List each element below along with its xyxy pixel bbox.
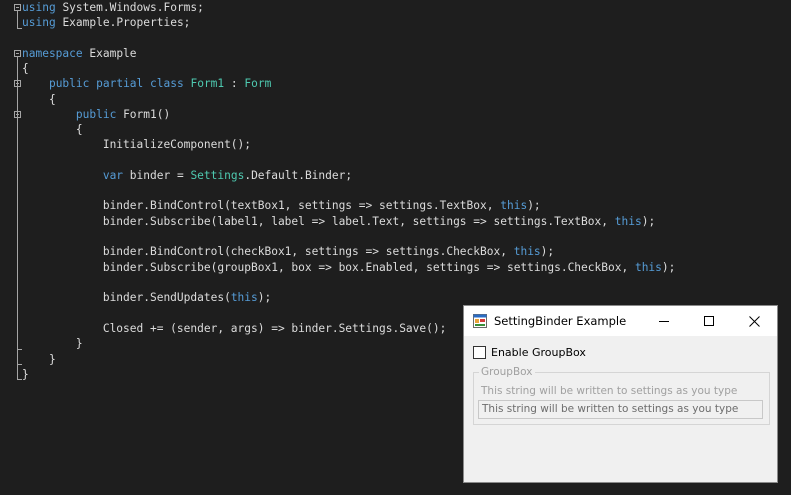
code-text: } xyxy=(22,368,29,381)
keyword: this xyxy=(230,291,258,304)
window-title: SettingBinder Example xyxy=(494,314,627,328)
keyword: namespace xyxy=(22,47,83,60)
code-line[interactable]: { xyxy=(22,61,29,76)
code-text: Example.Properties; xyxy=(62,16,191,29)
collapse-minus-icon[interactable] xyxy=(14,80,21,87)
code-text: binder.BindControl(textBox1, settings =>… xyxy=(102,199,494,212)
code-text: Example xyxy=(89,47,137,60)
settings-label: This string will be written to settings … xyxy=(481,385,738,397)
code-text: binder.SendUpdates( xyxy=(102,291,231,304)
settings-textbox[interactable]: This string will be written to settings … xyxy=(478,400,763,419)
code-text: binder.Subscribe(label1, label => label.… xyxy=(102,215,608,228)
code-line[interactable]: binder.BindControl(textBox1, settings =>… xyxy=(22,198,541,213)
code-line[interactable]: { xyxy=(22,92,56,107)
winforms-app-icon xyxy=(473,314,487,328)
code-text: ); xyxy=(527,199,541,212)
code-line[interactable]: } xyxy=(22,367,29,382)
outline-guide xyxy=(17,11,18,28)
enable-groupbox-checkbox[interactable] xyxy=(473,346,486,359)
code-line[interactable]: namespace Example xyxy=(22,46,137,61)
keyword: this xyxy=(513,245,541,258)
keyword: using xyxy=(22,1,56,14)
code-text: { xyxy=(22,62,29,75)
code-text: : xyxy=(230,77,238,90)
code-line[interactable]: public partial class Form1 : Form xyxy=(22,76,271,91)
collapse-minus-icon[interactable] xyxy=(14,4,21,11)
groupbox-title: GroupBox xyxy=(479,366,535,378)
settingbinder-window[interactable]: SettingBinder Example Enable GroupBox Gr… xyxy=(463,305,778,483)
outline-guide xyxy=(17,118,18,349)
code-text: InitializeComponent(); xyxy=(102,138,252,151)
collapse-minus-icon[interactable] xyxy=(14,50,21,57)
collapse-minus-icon[interactable] xyxy=(14,111,21,118)
code-text: binder.BindControl(checkBox1, settings =… xyxy=(102,245,507,258)
title-bar[interactable]: SettingBinder Example xyxy=(464,306,777,336)
code-text: } xyxy=(48,353,56,366)
keyword: public xyxy=(48,77,90,90)
code-line[interactable]: binder.Subscribe(groupBox1, box => box.E… xyxy=(22,260,676,275)
code-line[interactable]: public Form1() xyxy=(22,107,170,122)
minimize-icon[interactable] xyxy=(642,306,687,336)
code-text: System.Windows.Forms; xyxy=(62,1,204,14)
code-line[interactable]: } xyxy=(22,352,56,367)
enable-groupbox-label[interactable]: Enable GroupBox xyxy=(491,346,586,359)
keyword: partial xyxy=(96,77,144,90)
code-line[interactable]: var binder = Settings.Default.Binder; xyxy=(22,168,352,183)
code-text: Form1() xyxy=(123,108,171,121)
code-text: ); xyxy=(540,245,555,258)
code-line[interactable]: binder.BindControl(checkBox1, settings =… xyxy=(22,244,554,259)
code-text: } xyxy=(75,337,83,350)
code-line[interactable]: using Example.Properties; xyxy=(22,15,190,30)
code-line[interactable]: InitializeComponent(); xyxy=(22,137,251,152)
close-icon[interactable] xyxy=(732,306,777,336)
code-text: binder = xyxy=(129,169,184,182)
code-line[interactable]: using System.Windows.Forms; xyxy=(22,0,204,15)
type-name: Form1 xyxy=(190,77,225,90)
code-text: ); xyxy=(641,215,656,228)
code-text: { xyxy=(48,93,56,106)
code-line[interactable]: binder.Subscribe(label1, label => label.… xyxy=(22,214,655,229)
keyword: class xyxy=(150,77,184,90)
maximize-icon[interactable] xyxy=(687,306,732,336)
code-text: .Default.Binder; xyxy=(244,169,353,182)
type-name: Form xyxy=(244,77,272,90)
keyword: using xyxy=(22,16,56,29)
code-line[interactable]: Closed += (sender, args) => binder.Setti… xyxy=(22,321,447,336)
code-text: ); xyxy=(661,261,676,274)
keyword: this xyxy=(500,199,528,212)
keyword: this xyxy=(634,261,662,274)
code-text: Closed += (sender, args) => binder.Setti… xyxy=(102,322,447,335)
type-name: Settings xyxy=(190,169,245,182)
code-text: binder.Subscribe(groupBox1, box => box.E… xyxy=(102,261,629,274)
code-text: ); xyxy=(257,291,272,304)
code-line[interactable]: { xyxy=(22,122,83,137)
code-line[interactable]: } xyxy=(22,336,83,351)
code-text: { xyxy=(75,123,83,136)
code-line[interactable]: binder.SendUpdates(this); xyxy=(22,290,271,305)
keyword: var xyxy=(102,169,124,182)
keyword: public xyxy=(75,108,117,121)
keyword: this xyxy=(614,215,642,228)
